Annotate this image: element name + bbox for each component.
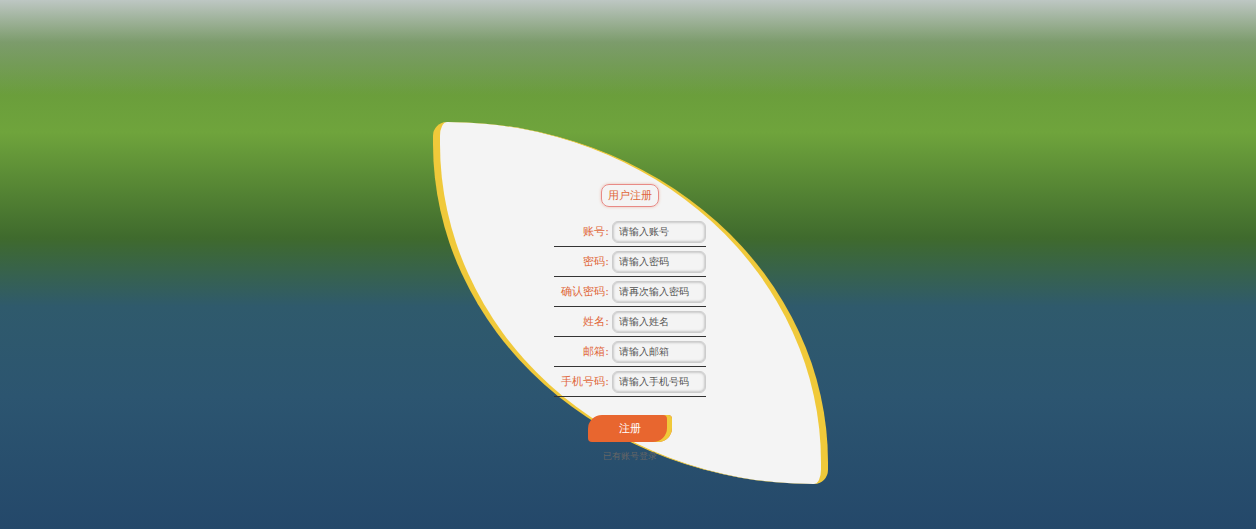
field-input[interactable] (612, 221, 706, 243)
field-input[interactable] (612, 251, 706, 273)
form-row: 邮箱: (554, 337, 706, 367)
form-title: 用户注册 (601, 184, 659, 207)
form-row: 密码: (554, 247, 706, 277)
field-input[interactable] (612, 371, 706, 393)
field-label: 邮箱: (583, 344, 609, 359)
field-label: 密码: (583, 254, 609, 269)
form-row: 确认密码: (554, 277, 706, 307)
field-label: 手机号码: (561, 374, 609, 389)
login-link[interactable]: 已有账号登录 (603, 450, 657, 463)
field-input[interactable] (612, 341, 706, 363)
register-form: 账号: 密码: 确认密码: 姓名: 邮箱: 手机号码: (554, 217, 706, 397)
field-label: 账号: (583, 224, 609, 239)
form-row: 手机号码: (554, 367, 706, 397)
field-label: 确认密码: (561, 284, 609, 299)
register-button[interactable]: 注册 (588, 415, 672, 442)
register-page: 用户注册账号: 密码: 确认密码: 姓名: 邮箱: 手机号码: 注册已有账号登录 (0, 0, 1256, 529)
form-row: 姓名: (554, 307, 706, 337)
register-card: 用户注册账号: 密码: 确认密码: 姓名: 邮箱: 手机号码: 注册已有账号登录 (433, 122, 828, 484)
field-input[interactable] (612, 281, 706, 303)
field-label: 姓名: (583, 314, 609, 329)
form-row: 账号: (554, 217, 706, 247)
field-input[interactable] (612, 311, 706, 333)
